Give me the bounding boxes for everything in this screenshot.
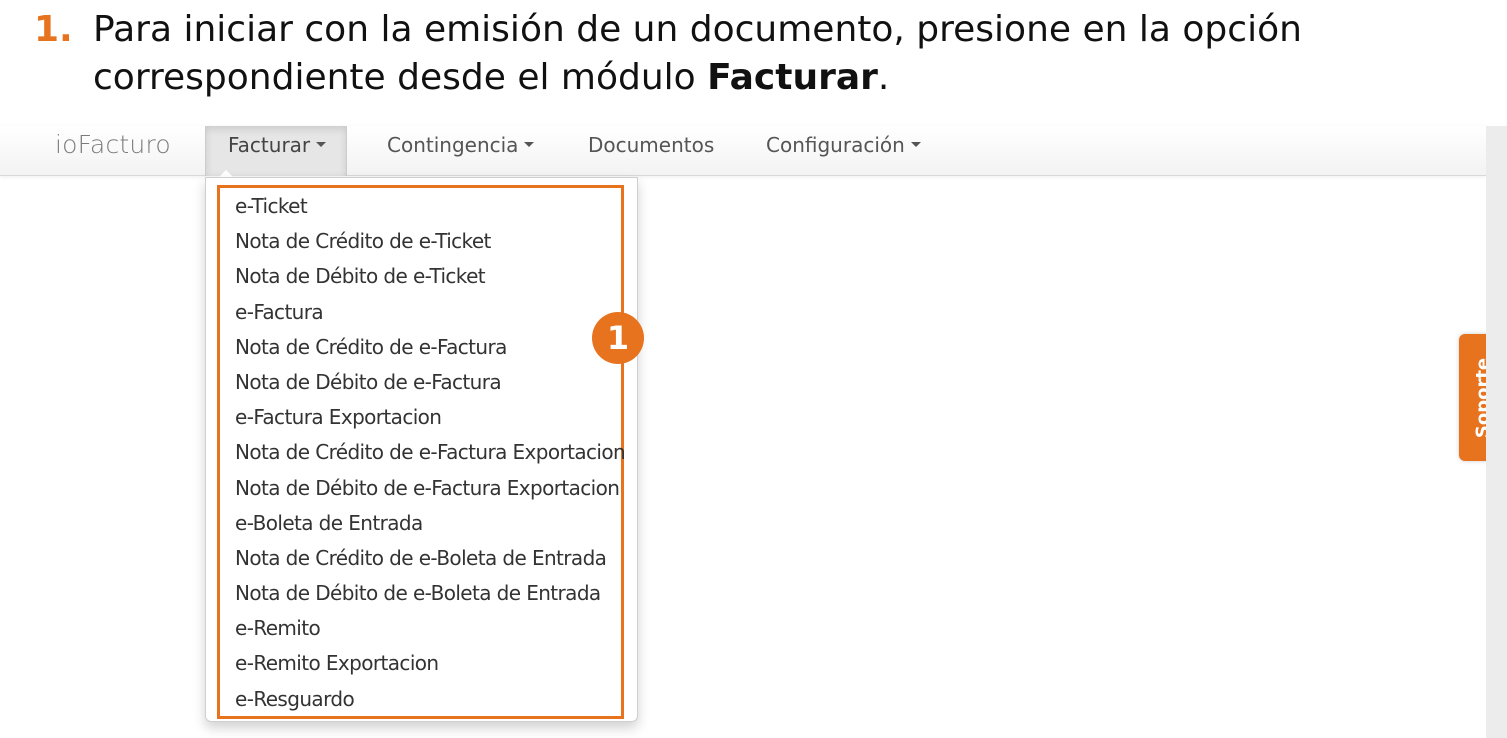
menu-item-e-ticket[interactable]: e-Ticket (235, 189, 625, 224)
facturar-dropdown-menu: e-Ticket Nota de Crédito de e-Ticket Not… (205, 177, 638, 722)
callout-badge: 1 (592, 312, 644, 364)
app-window: ioFacturo Facturar Contingencia Document… (0, 126, 1507, 738)
instruction-text: Para iniciar con la emisión de un docume… (93, 6, 1323, 102)
nav-facturar-label: Facturar (228, 133, 311, 157)
menu-item-e-boleta-entrada[interactable]: e-Boleta de Entrada (235, 506, 625, 541)
menu-item-nd-e-factura-exportacion[interactable]: Nota de Débito de e-Factura Exportacion (235, 471, 625, 506)
brand-logo[interactable]: ioFacturo (55, 126, 171, 176)
menu-item-e-remito-exportacion[interactable]: e-Remito Exportacion (235, 646, 625, 681)
caret-down-icon (524, 142, 535, 147)
menu-item-e-remito[interactable]: e-Remito (235, 611, 625, 646)
page-scrollbar[interactable] (1486, 126, 1507, 738)
dropdown-list: e-Ticket Nota de Crédito de e-Ticket Not… (235, 189, 626, 717)
instruction-text-end: . (877, 57, 890, 98)
nav-documentos-label: Documentos (588, 133, 715, 157)
caret-down-icon (316, 142, 327, 147)
nav-contingencia[interactable]: Contingencia (387, 126, 535, 176)
instruction-text-main: Para iniciar con la emisión de un docume… (93, 9, 1302, 98)
caret-down-icon (910, 142, 921, 147)
navbar: ioFacturo Facturar Contingencia Document… (0, 126, 1486, 176)
menu-item-e-factura[interactable]: e-Factura (235, 295, 625, 330)
step-number: 1. (34, 9, 73, 50)
nav-documentos[interactable]: Documentos (588, 126, 714, 176)
menu-item-e-resguardo[interactable]: e-Resguardo (235, 682, 625, 717)
nav-facturar[interactable]: Facturar (205, 126, 347, 176)
menu-item-nd-e-ticket[interactable]: Nota de Débito de e-Ticket (235, 259, 625, 294)
menu-item-nd-e-factura[interactable]: Nota de Débito de e-Factura (235, 365, 625, 400)
nav-configuracion[interactable]: Configuración (766, 126, 921, 176)
nav-contingencia-label: Contingencia (387, 133, 519, 157)
menu-item-nc-e-factura-exportacion[interactable]: Nota de Crédito de e-Factura Exportacion (235, 435, 626, 470)
menu-item-nc-e-ticket[interactable]: Nota de Crédito de e-Ticket (235, 224, 625, 259)
menu-item-e-factura-exportacion[interactable]: e-Factura Exportacion (235, 400, 625, 435)
menu-item-nc-e-factura[interactable]: Nota de Crédito de e-Factura (235, 330, 625, 365)
nav-configuracion-label: Configuración (766, 133, 905, 157)
menu-item-nd-e-boleta-entrada[interactable]: Nota de Débito de e-Boleta de Entrada (235, 576, 625, 611)
menu-item-nc-e-boleta-entrada[interactable]: Nota de Crédito de e-Boleta de Entrada (235, 541, 625, 576)
instruction-module-name: Facturar (707, 57, 878, 98)
